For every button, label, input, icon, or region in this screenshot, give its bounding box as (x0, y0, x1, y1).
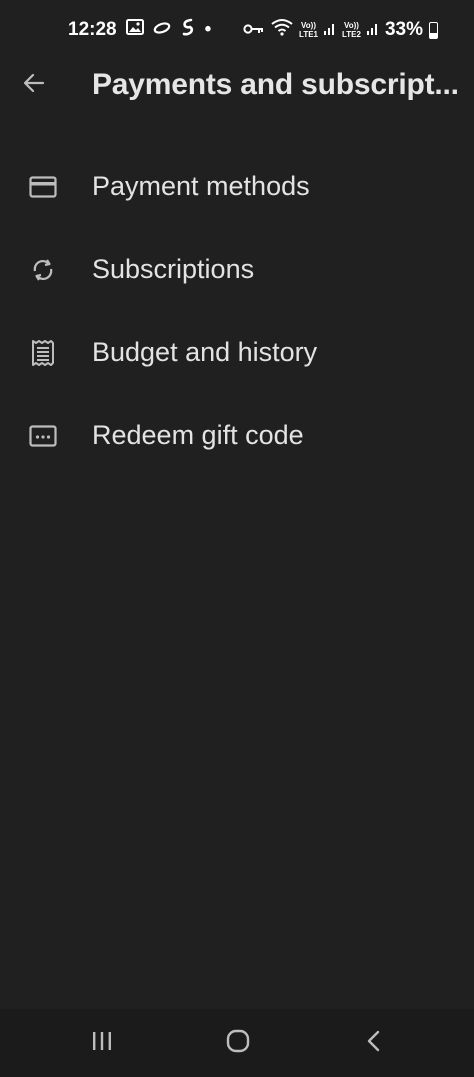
wifi-icon (271, 18, 293, 42)
vpn-key-icon (243, 19, 265, 41)
signal-icon-2 (366, 19, 379, 41)
link-icon (153, 19, 171, 41)
status-right: Vo)) LTE1 Vo)) LTE2 33% (243, 18, 438, 42)
battery-icon (429, 21, 438, 39)
shazam-icon (180, 18, 196, 42)
status-time: 12:28 (68, 19, 117, 40)
back-icon (364, 1029, 384, 1058)
battery-percent: 33% (384, 19, 423, 40)
menu-item-label: Subscriptions (92, 254, 255, 284)
receipt-icon (28, 338, 58, 368)
credit-card-icon (28, 172, 58, 202)
menu-item-label: Payment methods (92, 171, 310, 201)
system-nav-bar (0, 1009, 474, 1077)
notification-dot: • (204, 19, 212, 40)
recent-apps-icon (90, 1030, 114, 1057)
menu-list: Payment methods Subscriptions Budget and… (0, 145, 474, 477)
menu-item-label: Budget and history (92, 337, 318, 367)
battery-fill (430, 32, 437, 38)
home-button[interactable] (218, 1027, 258, 1059)
arrow-left-icon (21, 70, 47, 101)
status-left: 12:28 • (68, 18, 211, 42)
menu-item-label: Redeem gift code (92, 420, 304, 450)
menu-item-redeem-gift-code[interactable]: Redeem gift code (0, 394, 474, 477)
lte2-indicator: Vo)) LTE2 (342, 21, 361, 39)
home-icon (225, 1028, 251, 1059)
recent-apps-button[interactable] (82, 1027, 122, 1059)
lte1-indicator: Vo)) LTE1 (299, 21, 318, 39)
back-button[interactable] (16, 67, 52, 103)
app-bar: Payments and subscript... (0, 55, 474, 115)
status-bar: 12:28 • Vo)) LTE1 Vo)) LTE2 33% (0, 0, 474, 60)
sync-icon (28, 255, 58, 285)
gallery-icon (125, 19, 144, 41)
menu-item-subscriptions[interactable]: Subscriptions (0, 228, 474, 311)
signal-icon (324, 19, 336, 41)
gift-code-icon (28, 421, 58, 451)
system-back-button[interactable] (354, 1027, 394, 1059)
menu-item-payment-methods[interactable]: Payment methods (0, 145, 474, 228)
menu-item-budget-history[interactable]: Budget and history (0, 311, 474, 394)
page-title: Payments and subscript... (92, 68, 459, 101)
